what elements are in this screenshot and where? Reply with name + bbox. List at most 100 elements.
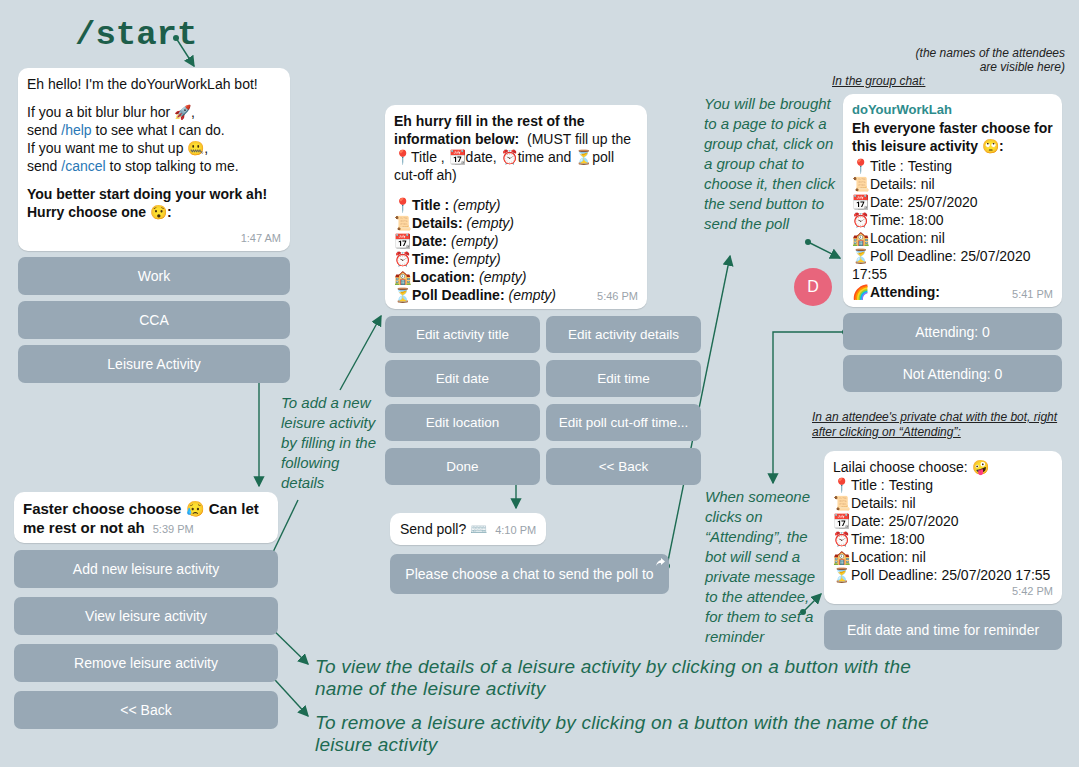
poll-field: ⏰Time:18:00 [852, 211, 1053, 229]
field-icon: 📆 [394, 233, 411, 249]
welcome-message: Eh hello! I'm the doYourWorkLah bot! If y… [18, 68, 290, 251]
keyboard-icon: ⌨️ [470, 521, 487, 537]
form-field: 📆Date:(empty) [394, 232, 638, 250]
poll-field: ⏳Poll Deadline:25/07/2020 17:55 [852, 247, 1053, 283]
field-icon: 🏫 [852, 230, 869, 246]
annotation: You will be brought to a page to pick a … [704, 94, 840, 234]
reminder-field: 🏫Location:nil [833, 548, 1053, 566]
annotation: To remove a leisure activity by clicking… [315, 712, 955, 756]
reminder-field: 📍Title :Testing [833, 476, 1053, 494]
private-chat-group: Lailai choose choose: 🤪📍Title :Testing📜D… [824, 451, 1062, 650]
reminder-field: 📆Date:25/07/2020 [833, 512, 1053, 530]
field-icon: ⏳ [833, 567, 850, 583]
field-icon: 📜 [833, 495, 850, 511]
field-icon: 🏫 [394, 269, 411, 285]
annotation: To view the details of a leisure activit… [315, 656, 955, 700]
reminder-field: 📜Details:nil [833, 494, 1053, 512]
field-icon: ⏳ [852, 248, 869, 264]
menu-button[interactable]: CCA [18, 301, 290, 339]
message-text: If you a bit blur blur hor 🚀, [27, 104, 195, 120]
leisure-menu-button[interactable]: Add new leisure activity [14, 550, 278, 588]
attendance-button[interactable]: Not Attending: 0 [843, 355, 1062, 392]
message-text: Send poll? [400, 521, 466, 537]
diagram-canvas: /start Eh hello! I'm the doYourWorkLah bo… [0, 0, 1079, 767]
welcome-group: Eh hello! I'm the doYourWorkLah bot! If y… [18, 68, 290, 383]
group-chat-group: doYourWorkLahEh everyone faster choose f… [843, 94, 1062, 392]
form-field: 📍Title :(empty) [394, 196, 638, 214]
attending-field: 🌈Attending:5:41 PM [852, 283, 1053, 301]
group-chat-label: In the group chat: [832, 74, 925, 89]
command-link[interactable]: /help [61, 122, 91, 138]
field-icon: 📆 [852, 194, 869, 210]
form-button[interactable]: Edit location [385, 404, 540, 441]
message-title: Lailai choose choose: 🤪 [833, 458, 1053, 476]
poll-field: 📆Date:25/07/2020 [852, 193, 1053, 211]
field-icon: ⏳ [394, 287, 411, 303]
poll-field: 🏫Location:nil [852, 229, 1053, 247]
message-time: 4:10 PM [495, 523, 536, 537]
message-text: send [27, 158, 61, 174]
sender-name: doYourWorkLah [852, 101, 1053, 119]
reminder-field: ⏰Time:18:00 [833, 530, 1053, 548]
share-arrow-icon [656, 558, 665, 566]
command-link[interactable]: /cancel [61, 158, 105, 174]
annotation: To add a new leisure activity by filling… [281, 393, 381, 493]
leisure-menu-button[interactable]: View leisure activity [14, 597, 278, 635]
leisure-menu-button[interactable]: << Back [14, 691, 278, 729]
start-command: /start [75, 16, 197, 54]
attendance-button[interactable]: Attending: 0 [843, 313, 1062, 350]
add-form-message: Eh hurry fill in the rest of the informa… [385, 105, 647, 309]
message-text: send [27, 122, 61, 138]
form-button[interactable]: Edit poll cut-off time... [546, 404, 701, 441]
field-icon: ⏰ [394, 251, 411, 267]
poll-field: 📍Title :Testing [852, 157, 1053, 175]
field-icon: 🏫 [833, 549, 850, 565]
leisure-menu-message: Faster choose choose 😥 Can let me rest o… [14, 492, 278, 543]
field-icon: 📍 [852, 158, 869, 174]
field-icon: 📜 [394, 215, 411, 231]
send-poll-group: Send poll?⌨️ 4:10 PM Please choose a chat … [390, 513, 672, 594]
form-button[interactable]: Edit date [385, 360, 540, 397]
field-icon: 📍 [394, 197, 411, 213]
add-form-group: Eh hurry fill in the rest of the informa… [385, 105, 701, 485]
menu-button[interactable]: Leisure Activity [18, 345, 290, 383]
reminder-field: ⏳Poll Deadline:25/07/2020 17:55 [833, 566, 1053, 584]
field-icon: 📆 [833, 513, 850, 529]
message-time: 5:39 PM [153, 522, 194, 536]
message-time: 5:42 PM [833, 584, 1053, 598]
poll-field: 📜Details:nil [852, 175, 1053, 193]
message-time: 1:47 AM [27, 231, 281, 245]
message-text: Eh hello! I'm the doYourWorkLah bot! [27, 76, 258, 92]
field-icon: 📜 [852, 176, 869, 192]
field-icon: ⏰ [852, 212, 869, 228]
form-button[interactable]: << Back [546, 448, 701, 485]
annotation: When someone clicks on “Attending”, the … [705, 487, 821, 647]
message-text: You better start doing your work ah! Hur… [27, 186, 271, 220]
form-field: 🏫Location:(empty) [394, 268, 638, 286]
message-text: to see what I can do. [92, 122, 225, 138]
message-text: to stop talking to me. [106, 158, 239, 174]
poll-title: Eh everyone faster choose for this leisu… [852, 119, 1053, 155]
message-text: If you want me to shut up 🤐, [27, 140, 208, 156]
form-button[interactable]: Edit activity title [385, 316, 540, 353]
form-button[interactable]: Done [385, 448, 540, 485]
leisure-menu-button[interactable]: Remove leisure activity [14, 644, 278, 682]
private-chat-label: In an attendee's private chat with the b… [812, 410, 1070, 440]
menu-button[interactable]: Work [18, 257, 290, 295]
bot-avatar: D [794, 268, 832, 306]
reminder-message: Lailai choose choose: 🤪📍Title :Testing📜D… [824, 451, 1062, 604]
form-field: ⏰Time:(empty) [394, 250, 638, 268]
poll-message: doYourWorkLahEh everyone faster choose f… [843, 94, 1062, 307]
message-time: 5:41 PM [1012, 287, 1053, 301]
field-icon: ⏰ [833, 531, 850, 547]
leisure-menu-group: Faster choose choose 😥 Can let me rest o… [14, 492, 278, 729]
message-text: Faster choose choose 😥 Can let me rest o… [23, 500, 259, 536]
form-button[interactable]: Edit time [546, 360, 701, 397]
attendees-note: (the names of the attendees are visible … [915, 46, 1065, 74]
choose-chat-button[interactable]: Please choose a chat to send the poll to [390, 554, 669, 594]
edit-reminder-button[interactable]: Edit date and time for reminder [824, 610, 1062, 650]
field-icon: 📍 [833, 477, 850, 493]
send-poll-message: Send poll?⌨️ 4:10 PM [390, 513, 546, 545]
form-button[interactable]: Edit activity details [546, 316, 701, 353]
rainbow-icon: 🌈 [852, 284, 869, 300]
